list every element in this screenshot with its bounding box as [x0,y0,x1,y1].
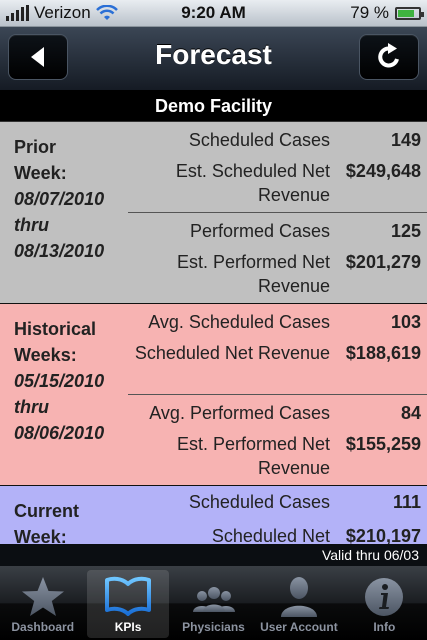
valid-thru-bar: Valid thru 06/03 [0,544,427,566]
metric-value: $201,279 [345,252,421,272]
period-end-date: 08/13/2010 [14,241,105,261]
metric-group-scheduled: Scheduled Cases 149 Est. Scheduled Net R… [128,122,427,213]
metric-group-performed: Performed Cases 125 Est. Performed Net R… [128,213,427,304]
tab-physicians[interactable]: Physicians [173,570,254,638]
metric-label: Avg. Performed Cases [149,403,330,423]
metric-group-scheduled: Avg. Scheduled Cases 103 Scheduled Net R… [128,304,427,395]
period-title-line: Historical [14,319,97,339]
metric-value: $155,259 [345,434,421,454]
metric-label: Est. Performed Net Revenue [176,252,330,296]
period-end-date: 08/06/2010 [14,423,105,443]
metric-label: Scheduled Cases [188,492,330,512]
metric-label: Scheduled Net Revenue [134,343,330,363]
period-title-line: Current [14,501,80,521]
section-prior-week: Prior Week: 08/07/2010 thru 08/13/2010 S… [0,122,427,304]
metric-label: Scheduled Net [211,526,330,544]
metric-label: Est. Performed Net Revenue [176,434,330,478]
period-label: Current Week: [14,498,129,544]
metric-value: 111 [392,492,421,512]
section-historical-weeks: Historical Weeks: 05/15/2010 thru 08/06/… [0,304,427,486]
tab-label: KPIs [114,620,142,634]
metric-value: $188,619 [345,343,421,363]
metric-value: 84 [400,403,421,423]
tab-user-account[interactable]: User Account [258,570,339,638]
tab-bar: Dashboard KPIs Physicians User Account I… [0,566,427,640]
period-start-date: 05/15/2010 [14,371,105,391]
metric-value: 103 [390,312,421,332]
forecast-content[interactable]: Prior Week: 08/07/2010 thru 08/13/2010 S… [0,122,427,544]
tab-label: Physicians [182,620,245,634]
metric-label: Est. Scheduled Net Revenue [175,161,330,205]
section-current-week: Current Week: Scheduled Cases 111 Schedu… [0,486,427,544]
battery-percent: 79 % [350,3,389,22]
metric-value: 149 [390,130,421,150]
refresh-icon [378,43,399,68]
period-label: Prior Week: 08/07/2010 thru 08/13/2010 [14,134,129,264]
navigation-bar: Forecast [0,27,427,91]
period-title-line: Prior [14,137,57,157]
tab-label: Info [373,620,396,634]
metric-label: Avg. Scheduled Cases [148,312,330,332]
refresh-button[interactable] [359,34,419,80]
period-label: Historical Weeks: 05/15/2010 thru 08/06/… [14,316,129,446]
period-start-date: 08/07/2010 [14,189,105,209]
info-icon [365,578,404,616]
metric-group-scheduled: Scheduled Cases 111 Scheduled Net $210,1… [128,486,427,544]
period-title-line: Weeks: [14,345,77,365]
book-icon [105,576,152,616]
back-arrow-icon [31,47,44,67]
tab-label: User Account [260,620,338,634]
metric-value: $210,197 [345,526,421,544]
status-bar: Verizon 9:20 AM 79 % [0,0,427,27]
battery-icon [395,6,424,20]
page-title: Forecast [155,39,272,70]
period-title-line: Week: [14,163,67,183]
metric-value: 125 [390,221,421,241]
period-thru: thru [14,215,49,235]
person-icon [280,577,317,617]
metric-value: $249,648 [345,161,421,181]
tab-info[interactable]: Info [344,570,425,638]
metric-label: Scheduled Cases [188,130,330,150]
tab-kpis[interactable]: KPIs [87,570,169,638]
tab-label: Dashboard [11,620,75,634]
back-button[interactable] [8,34,68,80]
facility-header: Demo Facility [0,92,427,122]
metric-group-performed: Avg. Performed Cases 84 Est. Performed N… [128,395,427,486]
status-right: 79 % [350,3,424,23]
star-icon [21,577,64,616]
metric-label: Performed Cases [189,221,330,241]
period-thru: thru [14,397,49,417]
period-title-line: Week: [14,527,67,544]
group-icon [192,587,235,612]
tab-dashboard[interactable]: Dashboard [2,570,83,638]
